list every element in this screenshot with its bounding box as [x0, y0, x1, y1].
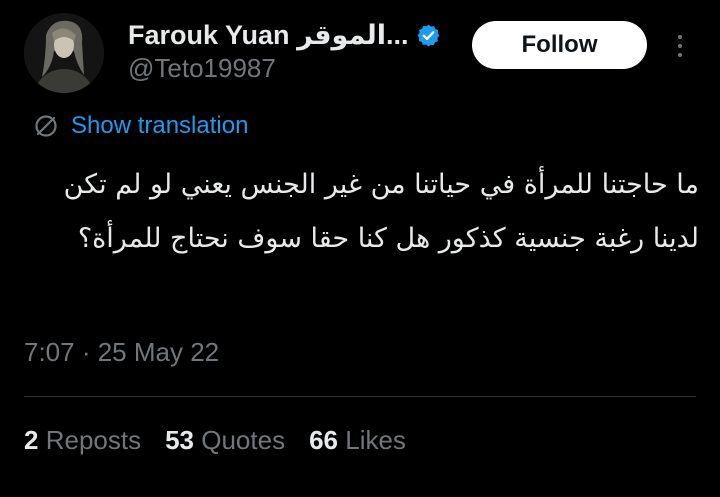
- reposts-label: Reposts: [45, 425, 142, 455]
- reposts-stat[interactable]: 2 Reposts: [24, 425, 141, 456]
- tweet-timestamp[interactable]: 7:07 · 25 May 22: [24, 337, 219, 368]
- likes-stat[interactable]: 66 Likes: [309, 425, 406, 456]
- author-display-name[interactable]: Farouk Yuan الموقر...: [128, 20, 408, 51]
- tweet-text: ما حاجتنا للمرأة في حياتنا من غير الجنس …: [63, 169, 699, 254]
- author-handle[interactable]: @Teto19987: [128, 53, 276, 84]
- tweet: Farouk Yuan الموقر... @Teto19987 Follow …: [0, 0, 720, 497]
- avatar[interactable]: [24, 13, 104, 93]
- follow-button[interactable]: Follow: [472, 21, 647, 69]
- quotes-stat[interactable]: 53 Quotes: [165, 425, 285, 456]
- more-vertical-icon: [678, 35, 682, 39]
- tweet-stats: 2 Reposts 53 Quotes 66 Likes: [24, 425, 430, 456]
- show-translation-link[interactable]: Show translation: [33, 110, 248, 142]
- reposts-count: 2: [24, 425, 39, 455]
- likes-count: 66: [309, 425, 338, 455]
- author-name-row: Farouk Yuan الموقر...: [128, 17, 441, 53]
- likes-label: Likes: [345, 425, 406, 455]
- quotes-count: 53: [165, 425, 195, 455]
- verified-badge-icon: [416, 23, 441, 48]
- more-options-button[interactable]: [664, 26, 696, 66]
- quotes-label: Quotes: [201, 425, 286, 455]
- show-translation-label[interactable]: Show translation: [71, 112, 248, 140]
- divider: [24, 396, 696, 397]
- translate-icon: [33, 113, 59, 139]
